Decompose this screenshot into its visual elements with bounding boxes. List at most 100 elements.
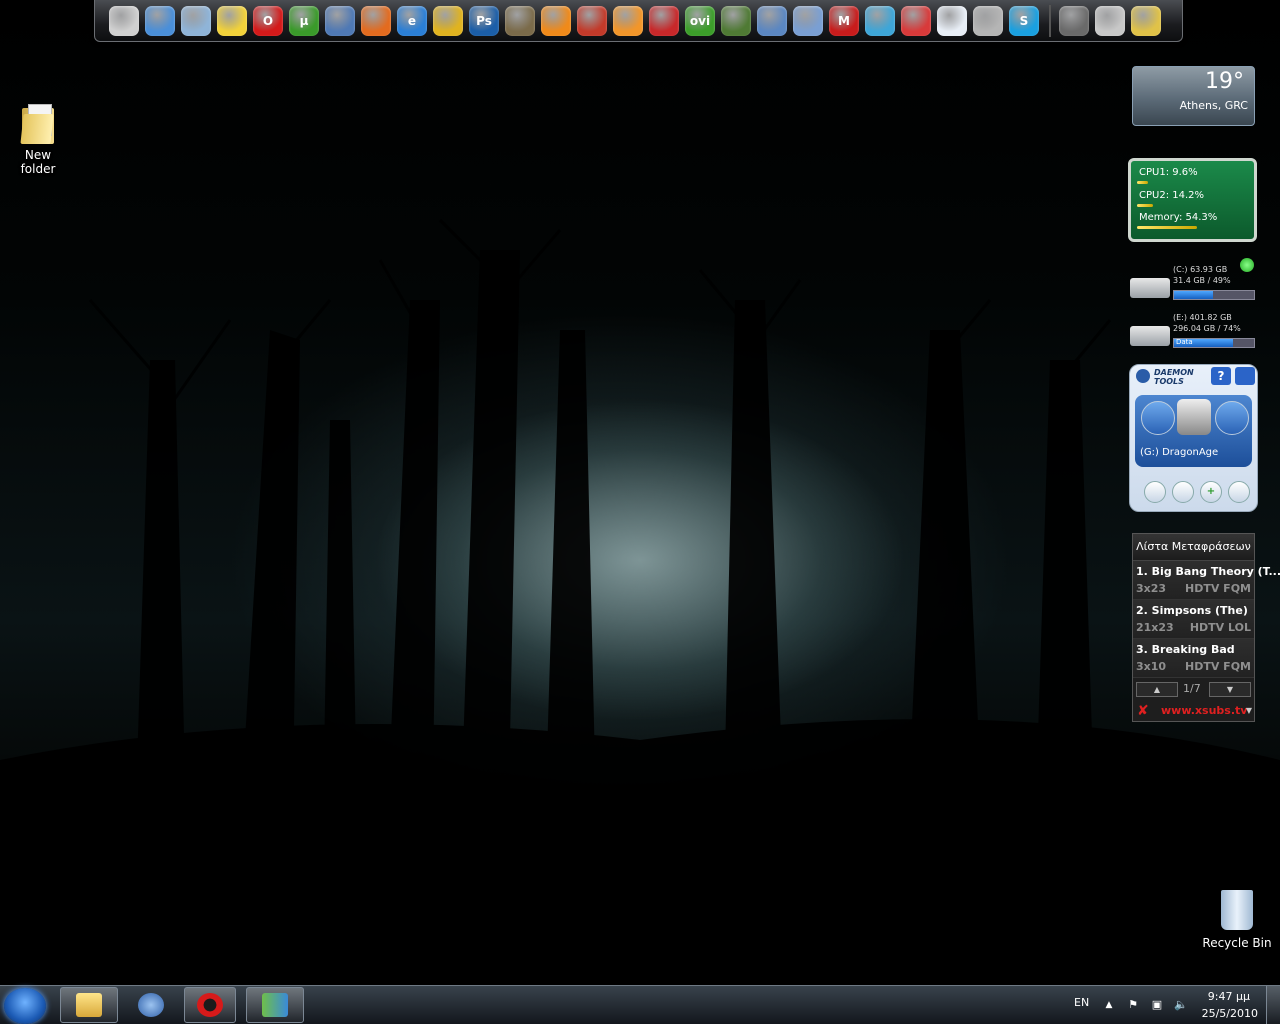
window-app-icon[interactable] [793, 5, 823, 36]
subtitle-show-title: 2. Simpsons (The) [1136, 604, 1248, 617]
drive-c-bar [1173, 290, 1255, 300]
memory-readout: Memory: 54.3% [1139, 212, 1218, 223]
opera-icon [197, 993, 223, 1017]
hard-drive-icon [1130, 326, 1170, 346]
start-button[interactable] [4, 988, 46, 1024]
image-catalog-button[interactable] [1228, 481, 1250, 503]
open-folder-icon[interactable] [181, 5, 211, 36]
internet-explorer-icon[interactable]: e [397, 5, 427, 36]
thunderbird-icon[interactable] [325, 5, 355, 36]
flame-app-icon[interactable] [649, 5, 679, 36]
add-drive-button[interactable]: + [1200, 481, 1222, 503]
weather-location: Athens, GRC [1179, 99, 1248, 112]
subtitle-episode: 3x23 [1136, 582, 1167, 595]
drive-e-used: 296.04 GB / 74% [1173, 324, 1241, 333]
map-tools-icon[interactable] [1095, 5, 1125, 36]
messenger-taskbar-button[interactable] [246, 987, 304, 1023]
virtual-drive-label: (G:) DragonAge [1140, 447, 1219, 458]
app-dock: Oµ e Ps ovi M S [94, 0, 1183, 42]
star-document-icon[interactable] [937, 5, 967, 36]
daemon-logo-icon [1136, 369, 1150, 383]
lock-button[interactable] [1144, 481, 1166, 503]
recycle-bin-icon [1221, 890, 1253, 930]
skype-icon[interactable]: S [1009, 5, 1039, 36]
subtitle-episode: 21x23 [1136, 621, 1174, 634]
action-center-flag-icon[interactable]: ⚑ [1126, 998, 1140, 1012]
orange-ball-icon[interactable] [613, 5, 643, 36]
lightning-app-icon[interactable] [577, 5, 607, 36]
m-app-icon[interactable]: M [829, 5, 859, 36]
play-stop-button[interactable] [1141, 401, 1175, 435]
network-globe-icon[interactable] [145, 5, 175, 36]
cpu2-readout: CPU2: 14.2% [1139, 190, 1205, 201]
volume-icon[interactable]: 🔈 [1174, 998, 1188, 1012]
xsubs-logo-icon: ✘ [1137, 703, 1149, 719]
drive-c-used: 31.4 GB / 49% [1173, 276, 1231, 285]
recycle-bin-desktop-icon[interactable]: Recycle Bin [1202, 890, 1272, 950]
cpu2-bar [1137, 204, 1153, 207]
page-indicator: 1/7 [1183, 682, 1201, 695]
subtitle-quality: HDTV LOL [1189, 621, 1251, 634]
list-item[interactable]: 1. Big Bang Theory (T... 3x23 HDTV FQM [1133, 561, 1280, 600]
drive-e-bar: Data [1173, 338, 1255, 348]
drive-e-gadget[interactable]: (E:) 401.82 GB 296.04 GB / 74% Data [1128, 310, 1255, 354]
red-swirl-icon[interactable] [901, 5, 931, 36]
cpu-meter-gadget[interactable]: CPU1: 9.6% CPU2: 14.2% Memory: 54.3% [1128, 158, 1257, 242]
arrow-refresh-icon[interactable] [865, 5, 895, 36]
smiley-icon[interactable] [217, 5, 247, 36]
next-page-button[interactable]: ▼ [1209, 682, 1251, 697]
subtitle-quality: HDTV FQM [1185, 582, 1251, 595]
wrench-eject-button[interactable] [1215, 401, 1249, 435]
dragon-emblem-icon [1177, 399, 1211, 435]
subtitle-show-title: 3. Breaking Bad [1136, 643, 1235, 656]
building-icon[interactable] [757, 5, 787, 36]
thunderbird-taskbar-button[interactable] [122, 987, 180, 1023]
taskbar: EN ▲ ⚑ ▣ 🔈 9:47 μμ 25/5/2010 [0, 985, 1280, 1024]
list-item[interactable]: 2. Simpsons (The) 21x23 HDTV LOL [1133, 600, 1254, 639]
utorrent-icon[interactable]: µ [289, 5, 319, 36]
clock-time[interactable]: 9:47 μμ [1198, 990, 1250, 1003]
hammer-icon[interactable] [1131, 5, 1161, 36]
dropdown-arrow-icon[interactable]: ▼ [1246, 700, 1252, 722]
drive-e-size: (E:) 401.82 GB [1173, 313, 1232, 322]
language-indicator[interactable]: EN [1074, 996, 1089, 1009]
recycle-bin-label: Recycle Bin [1202, 936, 1272, 950]
photoshop-icon[interactable]: Ps [469, 5, 499, 36]
mount-image-button[interactable] [1172, 481, 1194, 503]
gimp-icon[interactable] [505, 5, 535, 36]
daemon-tools-gadget: DAEMON TOOLS ? (G:) DragonAge + [1129, 364, 1258, 512]
previous-page-button[interactable]: ▲ [1136, 682, 1178, 697]
settings-dial-icon[interactable] [1059, 5, 1089, 36]
libraries-folder-icon [76, 993, 102, 1017]
thunderbird-icon [138, 993, 164, 1017]
memory-bar [1137, 226, 1197, 229]
opera-taskbar-button[interactable] [184, 987, 236, 1023]
drive-c-gadget[interactable]: (C:) 63.93 GB 31.4 GB / 49% [1128, 262, 1255, 306]
virtual-drive-panel: (G:) DragonAge [1135, 395, 1252, 467]
show-desktop-button[interactable] [1266, 986, 1280, 1024]
subtitle-quality: HDTV FQM [1185, 660, 1251, 673]
folder-icon [20, 104, 56, 144]
star-settings-button[interactable] [1235, 367, 1255, 385]
vlc-icon[interactable] [541, 5, 571, 36]
help-button[interactable]: ? [1211, 367, 1231, 385]
opera-icon[interactable]: O [253, 5, 283, 36]
firefox-icon[interactable] [361, 5, 391, 36]
explorer-taskbar-button[interactable] [60, 987, 118, 1023]
list-item[interactable]: 3. Breaking Bad 3x10 HDTV FQM [1133, 639, 1254, 678]
tree-icon[interactable] [721, 5, 751, 36]
dock-separator [1049, 4, 1051, 37]
test-tubes-icon[interactable] [973, 5, 1003, 36]
forest-wallpaper [0, 218, 1280, 985]
presentation-icon[interactable] [109, 5, 139, 36]
xsubs-site-link[interactable]: ✘ www.xsubs.tv ▼ [1133, 700, 1254, 722]
network-icon[interactable]: ▣ [1150, 998, 1164, 1012]
clock-date[interactable]: 25/5/2010 [1198, 1007, 1258, 1020]
new-folder-desktop-icon[interactable]: New folder [6, 104, 70, 176]
weather-temperature: 19° [1205, 69, 1244, 94]
chrome-icon[interactable] [433, 5, 463, 36]
show-hidden-icons-icon[interactable]: ▲ [1102, 998, 1116, 1012]
weather-gadget[interactable]: 19° Athens, GRC [1132, 66, 1255, 126]
messenger-icon [262, 993, 288, 1017]
ovi-icon[interactable]: ovi [685, 5, 715, 36]
